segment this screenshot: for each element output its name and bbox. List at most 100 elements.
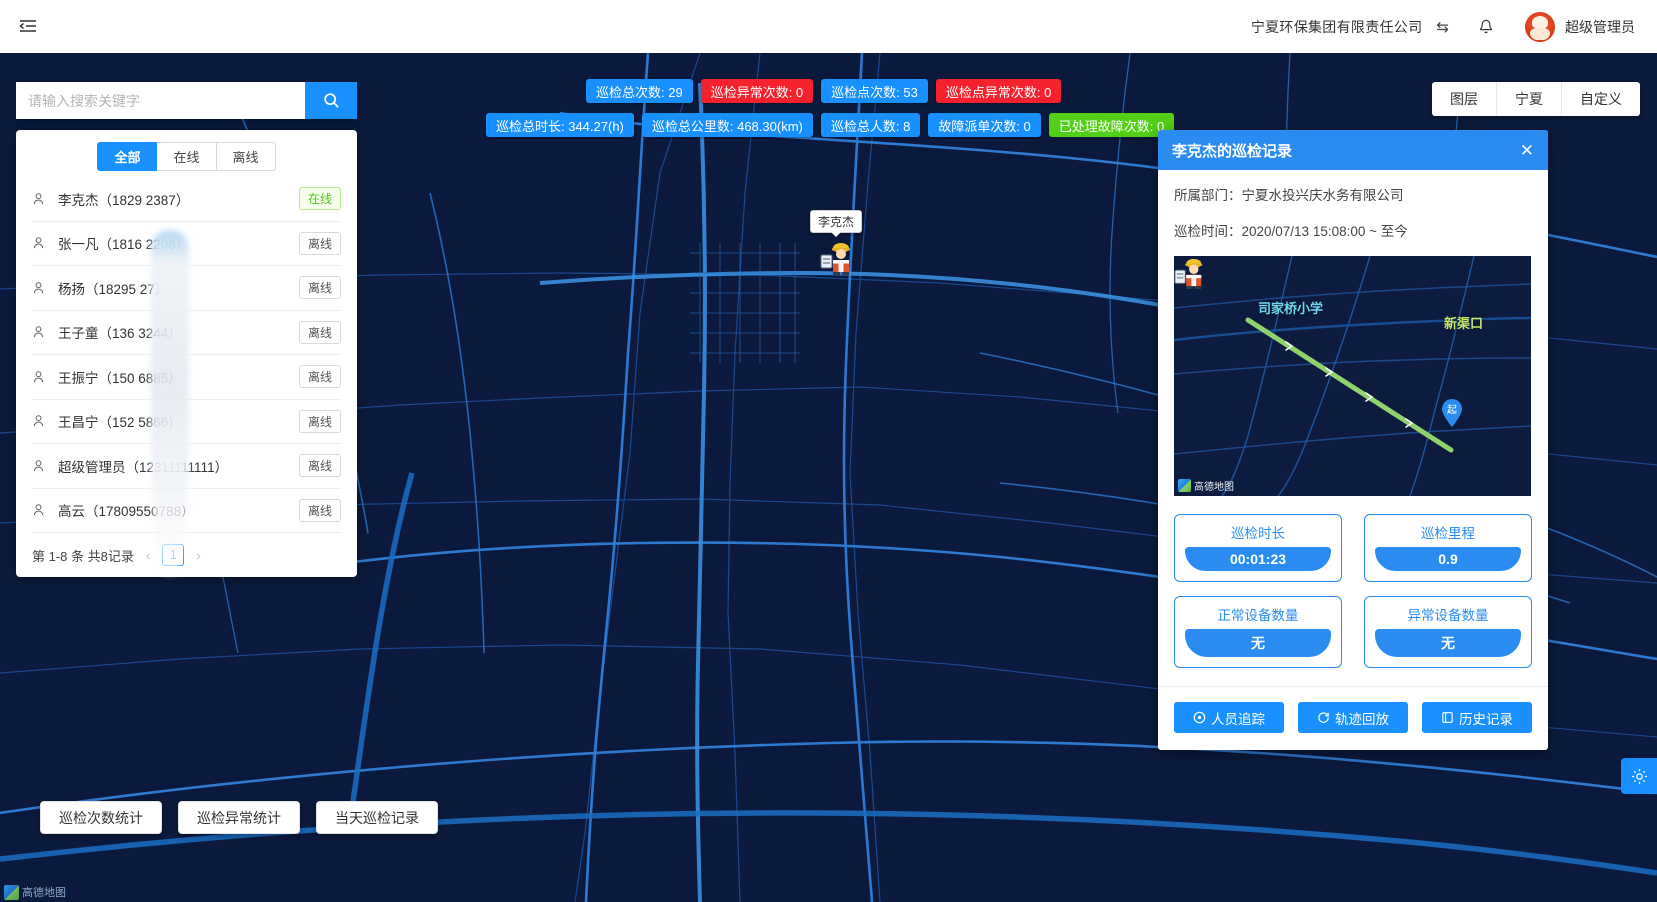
settings-fab[interactable] [1621, 758, 1657, 794]
inspection-count-stats-button[interactable]: 巡检次数统计 [40, 801, 162, 834]
list-item[interactable]: 王振宁（150 6885） 离线 [32, 355, 341, 400]
status-badge: 离线 [298, 276, 341, 300]
tab-online[interactable]: 在线 [157, 142, 217, 171]
list-item[interactable]: 王昌宁（152 5866） 离线 [32, 400, 341, 444]
detail-panel-header: 李克杰的巡检记录 ✕ [1158, 130, 1548, 170]
header-right: 宁夏环保集团有限责任公司 ⇆ 超级管理员 [1250, 11, 1657, 42]
gear-icon [1631, 768, 1647, 784]
mini-map-worker-icon [1174, 258, 1203, 289]
bell-icon[interactable] [1477, 18, 1495, 36]
inspection-anomaly-stats-button[interactable]: 巡检异常统计 [178, 801, 300, 834]
today-inspection-records-button[interactable]: 当天巡检记录 [316, 801, 438, 834]
stat-badge[interactable]: 巡检总人数: 8 [820, 113, 921, 137]
stat-badges-row-2: 巡检总时长: 344.27(h) 巡检总公里数: 468.30(km) 巡检总人… [486, 113, 1175, 137]
person-icon [32, 236, 52, 250]
pagination-next[interactable]: › [192, 548, 204, 563]
stat-badge[interactable]: 巡检总次数: 29 [586, 79, 693, 103]
track-playback-label: 轨迹回放 [1335, 711, 1389, 727]
stat-badges-row-1: 巡检总次数: 29 巡检异常次数: 0 巡检点次数: 53 巡检点异常次数: 0 [586, 79, 1062, 103]
stat-badge[interactable]: 巡检总时长: 344.27(h) [486, 113, 634, 137]
person-name: 高云（17809550788） [58, 504, 195, 520]
switch-company-icon[interactable]: ⇆ [1436, 18, 1449, 36]
person-filter-tabs: 全部 在线 离线 [16, 142, 357, 171]
person-list-panel: 全部 在线 离线 李克杰（1829 2387） 在线 张一凡（1816 2206… [16, 130, 357, 577]
stat-card-value: 无 [1375, 629, 1521, 657]
amap-logo-icon [4, 884, 19, 900]
status-badge: 离线 [298, 498, 341, 522]
list-item[interactable]: 高云（17809550788） 离线 [32, 489, 341, 533]
pagination: 第 1-8 条 共8记录 ‹ 1 › [16, 533, 357, 577]
stat-card-duration: 巡检时长 00:01:23 [1174, 514, 1342, 582]
person-name: 王振宁（150 6885） [58, 370, 182, 386]
mini-map-channel-label: 新渠口 [1444, 316, 1484, 331]
company-name: 宁夏环保集团有限责任公司 [1250, 18, 1423, 35]
location-pin-icon [1193, 711, 1206, 724]
layer-control-item-layers[interactable]: 图层 [1432, 82, 1497, 116]
pagination-summary: 第 1-8 条 共8记录 [32, 548, 134, 564]
stat-card-label: 巡检时长 [1231, 526, 1285, 541]
menu-fold-icon[interactable] [0, 0, 56, 53]
stat-card-label: 异常设备数量 [1407, 608, 1489, 623]
track-mini-map[interactable]: 司家桥小学 新渠口 起 高德地图 [1174, 256, 1531, 496]
layer-control-item-ningxia[interactable]: 宁夏 [1497, 82, 1562, 116]
list-item[interactable]: 王子童（136 3244） 离线 [32, 311, 341, 355]
person-icon [32, 459, 52, 473]
person-name: 超级管理员（12311111111） [58, 459, 229, 475]
mini-map-poi-label: 司家桥小学 [1258, 301, 1324, 316]
refresh-icon [1318, 712, 1329, 723]
list-item[interactable]: 超级管理员（12311111111） 离线 [32, 444, 341, 489]
stat-card-label: 巡检里程 [1421, 526, 1475, 541]
track-playback-button[interactable]: 轨迹回放 [1298, 702, 1408, 733]
mini-map-attribution: 高德地图 [1178, 478, 1234, 493]
search-input[interactable] [16, 82, 305, 119]
close-icon[interactable]: ✕ [1520, 142, 1534, 159]
status-badge: 在线 [298, 187, 341, 211]
person-name: 王昌宁（152 5866） [58, 415, 182, 431]
list-item[interactable]: 李克杰（1829 2387） 在线 [32, 177, 341, 222]
pagination-prev[interactable]: ‹ [142, 548, 154, 563]
stat-badge[interactable]: 已处理故障次数: 0 [1048, 113, 1175, 137]
status-badge: 离线 [298, 365, 341, 389]
status-badge: 离线 [298, 409, 341, 433]
user-name: 超级管理员 [1565, 18, 1635, 35]
map-attribution: 高德地图 [4, 884, 66, 900]
detail-panel-body: 所属部门：宁夏水投兴庆水务有限公司 巡检时间：2020/07/13 15:08:… [1158, 170, 1548, 668]
mini-map-vector-layer [1174, 256, 1531, 496]
tab-all[interactable]: 全部 [97, 142, 158, 171]
status-badge: 离线 [298, 231, 341, 255]
track-person-button[interactable]: 人员追踪 [1174, 702, 1284, 733]
list-item[interactable]: 张一凡（1816 2206） 离线 [32, 222, 341, 266]
inspection-time-line: 巡检时间：2020/07/13 15:08:00 ~ 至今 [1174, 224, 1408, 239]
layer-control-item-custom[interactable]: 自定义 [1562, 82, 1640, 116]
pagination-page-1[interactable]: 1 [162, 544, 185, 566]
stat-badge[interactable]: 故障派单次数: 0 [928, 113, 1041, 137]
app-root: 宁夏环保集团有限责任公司 ⇆ 超级管理员 高德地图 巡检总次数: 29 巡检异常… [0, 0, 1657, 902]
person-icon [32, 325, 52, 339]
stat-badge[interactable]: 巡检点异常次数: 0 [935, 79, 1062, 103]
map-attribution-label: 高德地图 [22, 887, 66, 899]
stat-card-label: 正常设备数量 [1217, 608, 1299, 623]
history-record-button[interactable]: 历史记录 [1422, 702, 1532, 733]
person-name: 杨扬（18295 27） [58, 281, 169, 297]
map-person-marker[interactable]: 李克杰 [810, 210, 863, 275]
stat-card-abnormal-devices: 异常设备数量 无 [1364, 596, 1532, 668]
person-icon [32, 281, 52, 295]
svg-text:起: 起 [1447, 404, 1457, 416]
stat-badge[interactable]: 巡检总公里数: 468.30(km) [641, 113, 813, 137]
search-bar [16, 82, 357, 119]
list-item[interactable]: 杨扬（18295 27） 离线 [32, 266, 341, 311]
search-button[interactable] [305, 82, 357, 119]
avatar[interactable] [1525, 11, 1555, 42]
stat-badge[interactable]: 巡检点次数: 53 [821, 79, 928, 103]
book-icon [1442, 712, 1453, 723]
tab-offline[interactable]: 离线 [216, 142, 276, 171]
history-record-label: 历史记录 [1459, 711, 1513, 727]
person-name: 张一凡（1816 2206） [58, 237, 190, 253]
detail-panel-title: 李克杰的巡检记录 [1172, 142, 1293, 160]
person-icon [32, 414, 52, 428]
stat-badge[interactable]: 巡检异常次数: 0 [700, 79, 814, 103]
stat-card-value: 无 [1185, 629, 1331, 657]
map-marker-label: 李克杰 [810, 210, 863, 237]
layer-control: 图层 宁夏 自定义 [1432, 82, 1640, 116]
inspection-detail-panel: 李克杰的巡检记录 ✕ 所属部门：宁夏水投兴庆水务有限公司 巡检时间：2020/0… [1158, 130, 1548, 750]
